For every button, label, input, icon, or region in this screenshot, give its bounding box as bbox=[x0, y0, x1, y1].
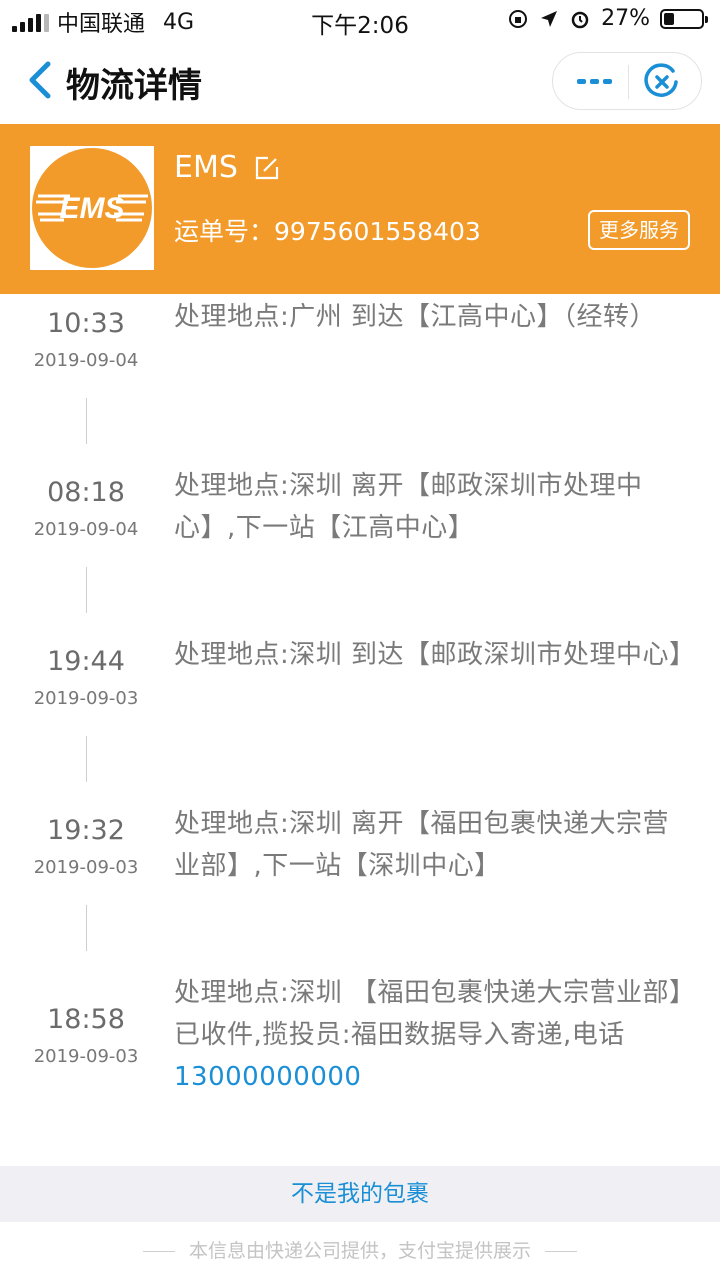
event-date: 2019-09-04 bbox=[33, 519, 139, 540]
timeline-connector bbox=[86, 736, 87, 782]
alarm-icon bbox=[571, 11, 589, 28]
courier-name: EMS bbox=[174, 150, 238, 185]
status-right: 27% bbox=[507, 6, 708, 31]
nav-bar: 物流详情 bbox=[0, 40, 720, 124]
back-arrow-icon[interactable] bbox=[22, 58, 62, 102]
capsule-divider bbox=[628, 65, 629, 99]
event-time: 19:32 bbox=[47, 815, 125, 846]
phone-link[interactable]: 13000000000 bbox=[174, 1062, 361, 1092]
footer-text: 本信息由快递公司提供，支付宝提供展示 bbox=[188, 1240, 531, 1262]
battery-icon bbox=[660, 8, 708, 29]
event-date: 2019-09-03 bbox=[33, 857, 139, 878]
event-text: 处理地点:深圳 【福田包裹快递大宗营业部】已收件,揽投员:福田数据导入寄递,电话… bbox=[174, 972, 694, 1098]
event-time: 10:33 bbox=[47, 308, 125, 339]
courier-header: EMS EMS 运单号：9975601558403 更多服务 bbox=[0, 124, 720, 294]
footer-dash bbox=[142, 1251, 175, 1252]
timeline-connector bbox=[86, 905, 87, 951]
event-date: 2019-09-03 bbox=[33, 688, 139, 709]
ems-logo: EMS bbox=[30, 146, 154, 270]
timeline-connector bbox=[86, 567, 87, 613]
more-services-button[interactable]: 更多服务 bbox=[588, 210, 690, 250]
event-text: 处理地点:深圳 到达【邮政深圳市处理中心】 bbox=[174, 640, 696, 670]
close-mini-app-icon[interactable] bbox=[643, 63, 681, 101]
battery-percent: 27% bbox=[601, 6, 650, 31]
courier-name-row: EMS bbox=[174, 150, 280, 185]
event-time: 18:58 bbox=[47, 1004, 125, 1035]
timeline-connector bbox=[86, 398, 87, 444]
mini-app-capsule bbox=[552, 52, 702, 110]
waybill-number: 9975601558403 bbox=[274, 217, 481, 246]
event-text: 处理地点:广州 到达【江高中心】（经转） bbox=[174, 302, 657, 332]
status-bar: 中国联通 4G 下午2:06 27% bbox=[0, 0, 720, 40]
event-date: 2019-09-04 bbox=[33, 350, 139, 371]
location-arrow-icon bbox=[541, 10, 558, 27]
edit-icon[interactable] bbox=[254, 155, 280, 181]
footer-note: 本信息由快递公司提供，支付宝提供展示 bbox=[0, 1236, 720, 1263]
svg-text:EMS: EMS bbox=[59, 192, 124, 225]
footer-dash bbox=[545, 1251, 577, 1252]
event-date: 2019-09-03 bbox=[33, 1046, 139, 1067]
event-text: 处理地点:深圳 离开【福田包裹快递大宗营业部】,下一站【深圳中心】 bbox=[174, 809, 670, 881]
page-title: 物流详情 bbox=[66, 66, 202, 106]
event-text: 处理地点:深圳 离开【邮政深圳市处理中心】,下一站【江高中心】 bbox=[174, 471, 643, 543]
waybill-label: 运单号： bbox=[174, 217, 275, 246]
event-time: 19:44 bbox=[47, 646, 125, 677]
not-my-package-button[interactable]: 不是我的包裹 bbox=[0, 1166, 720, 1222]
waybill-row: 运单号：9975601558403 bbox=[174, 212, 481, 248]
battery-fill bbox=[664, 12, 674, 25]
orientation-lock-icon bbox=[509, 9, 528, 28]
ems-logo-image: EMS bbox=[32, 148, 152, 268]
event-text-body: 处理地点:深圳 【福田包裹快递大宗营业部】已收件,揽投员:福田数据导入寄递,电话 bbox=[174, 978, 683, 1050]
event-time: 08:18 bbox=[47, 477, 125, 508]
more-options-icon[interactable] bbox=[575, 71, 615, 91]
